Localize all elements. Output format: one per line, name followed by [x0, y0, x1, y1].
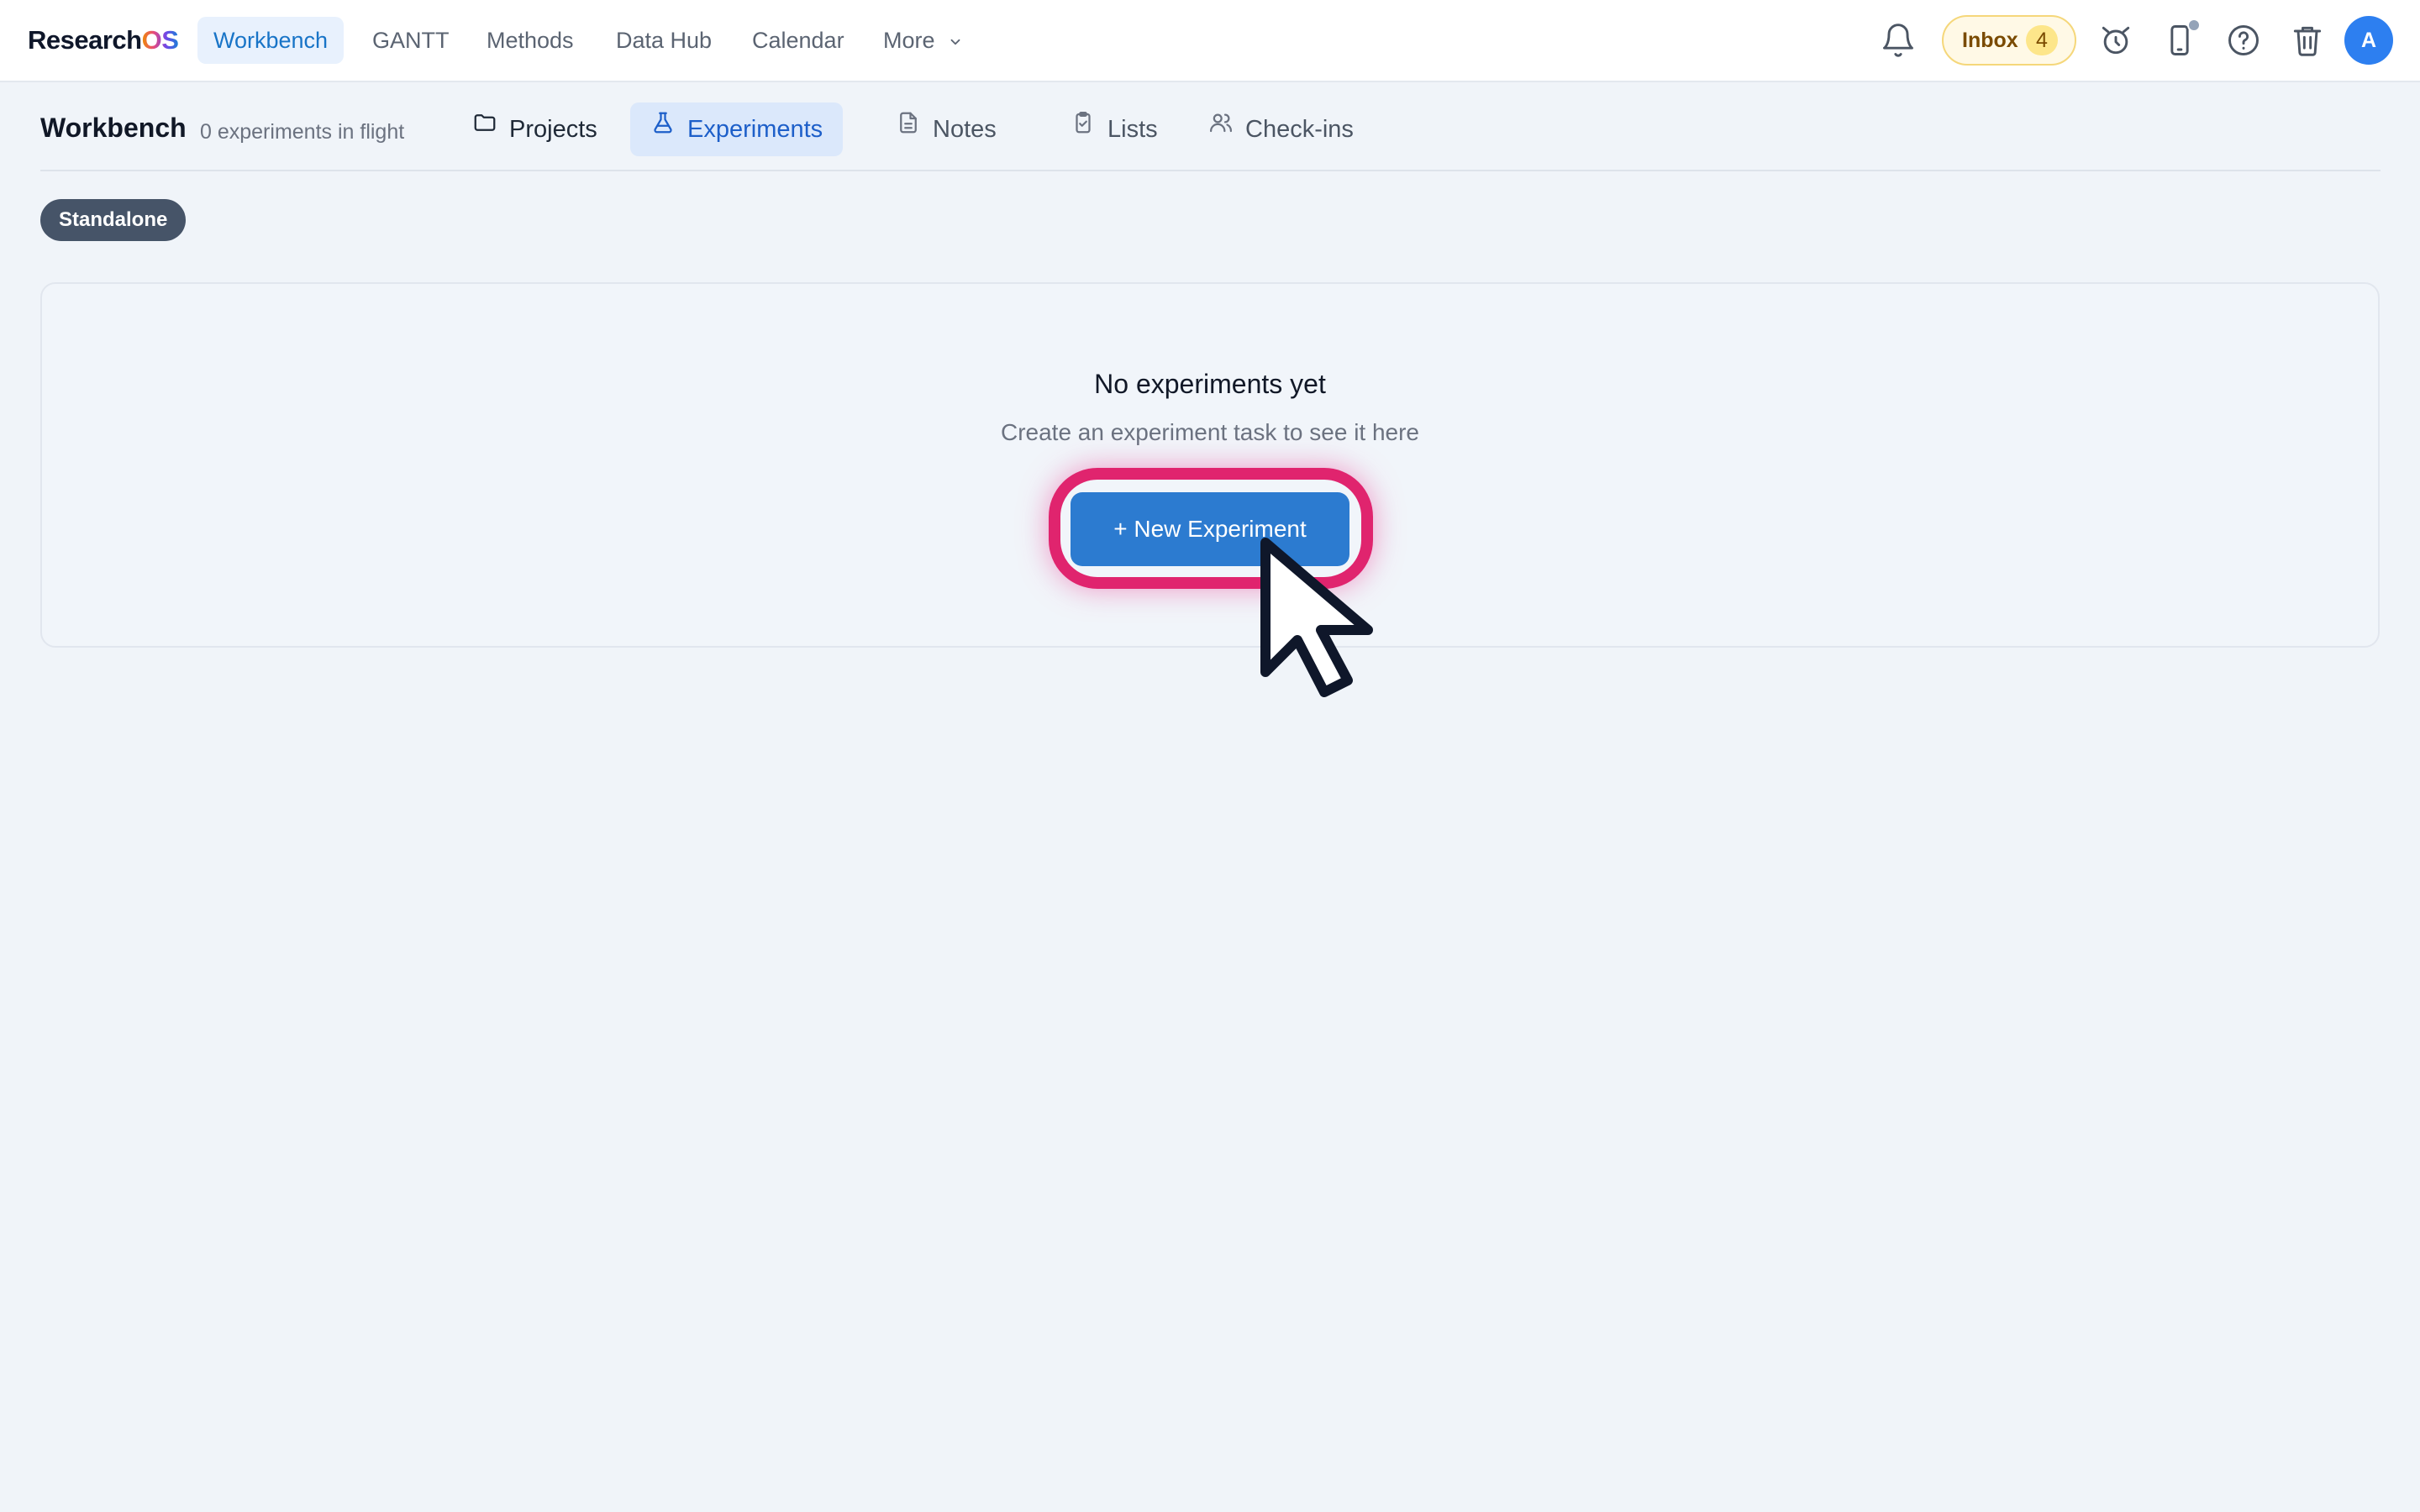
phone-status-dot [2187, 18, 2201, 32]
brand-name-part2: OS [141, 25, 179, 55]
inbox-label: Inbox [1962, 29, 2018, 52]
clipboard-icon [1071, 101, 1096, 155]
inbox-count-badge: 4 [2026, 25, 2058, 55]
nav-item-workbench[interactable]: Workbench [197, 17, 345, 64]
alarm-clock-icon[interactable] [2097, 22, 2134, 59]
inbox-button[interactable]: Inbox 4 [1942, 15, 2076, 66]
nav-item-label: Methods [487, 28, 574, 53]
page-title: Workbench [40, 113, 187, 143]
experiments-panel: No experiments yet Create an experiment … [40, 282, 2380, 648]
document-icon [896, 101, 921, 155]
filter-chip-standalone[interactable]: Standalone [40, 199, 187, 241]
tab-check-ins[interactable]: Check-ins [1188, 102, 1374, 156]
tab-experiments[interactable]: Experiments [630, 101, 844, 156]
tab-lists[interactable]: Lists [1050, 102, 1178, 156]
tab-notes[interactable]: Notes [876, 102, 1017, 156]
nav-item-label: GANTT [372, 28, 450, 53]
nav-item-methods[interactable]: Methods [471, 17, 590, 64]
nav-item-label: Workbench [213, 28, 329, 53]
tab-label: Notes [933, 116, 997, 143]
folder-icon [472, 101, 497, 155]
tab-projects[interactable]: Projects [452, 102, 618, 156]
empty-state-title: No experiments yet [1094, 369, 1326, 399]
nav-item-more[interactable]: More [867, 17, 979, 64]
nav-item-label: More [883, 28, 935, 53]
bell-icon[interactable] [1880, 22, 1917, 59]
top-bar: ResearchOS Workbench GANTT Methods Data … [0, 0, 2420, 82]
tab-label: Projects [509, 116, 597, 143]
page-header: Workbench 0 experiments in flight Projec… [40, 94, 2381, 171]
brand-logo[interactable]: ResearchOS [28, 23, 179, 58]
chevron-down-icon [948, 18, 963, 66]
tab-label: Experiments [687, 116, 823, 143]
tab-label: Lists [1107, 116, 1158, 143]
mouse-cursor-icon [1260, 538, 1386, 697]
nav-item-label: Data Hub [616, 28, 713, 53]
nav-item-calendar[interactable]: Calendar [736, 17, 860, 64]
nav-item-data-hub[interactable]: Data Hub [600, 17, 728, 64]
brand-name-part1: Research [28, 25, 142, 55]
trash-icon[interactable] [2289, 22, 2326, 59]
page-subtitle: 0 experiments in flight [200, 120, 405, 144]
tab-label: Check-ins [1245, 116, 1354, 143]
avatar[interactable]: A [2344, 16, 2393, 65]
nav-item-label: Calendar [752, 28, 844, 53]
nav-item-gantt[interactable]: GANTT [356, 17, 466, 64]
users-icon [1208, 101, 1234, 155]
flask-icon [650, 101, 676, 155]
empty-state-subtitle: Create an experiment task to see it here [1000, 419, 1420, 445]
help-icon[interactable] [2225, 22, 2262, 59]
